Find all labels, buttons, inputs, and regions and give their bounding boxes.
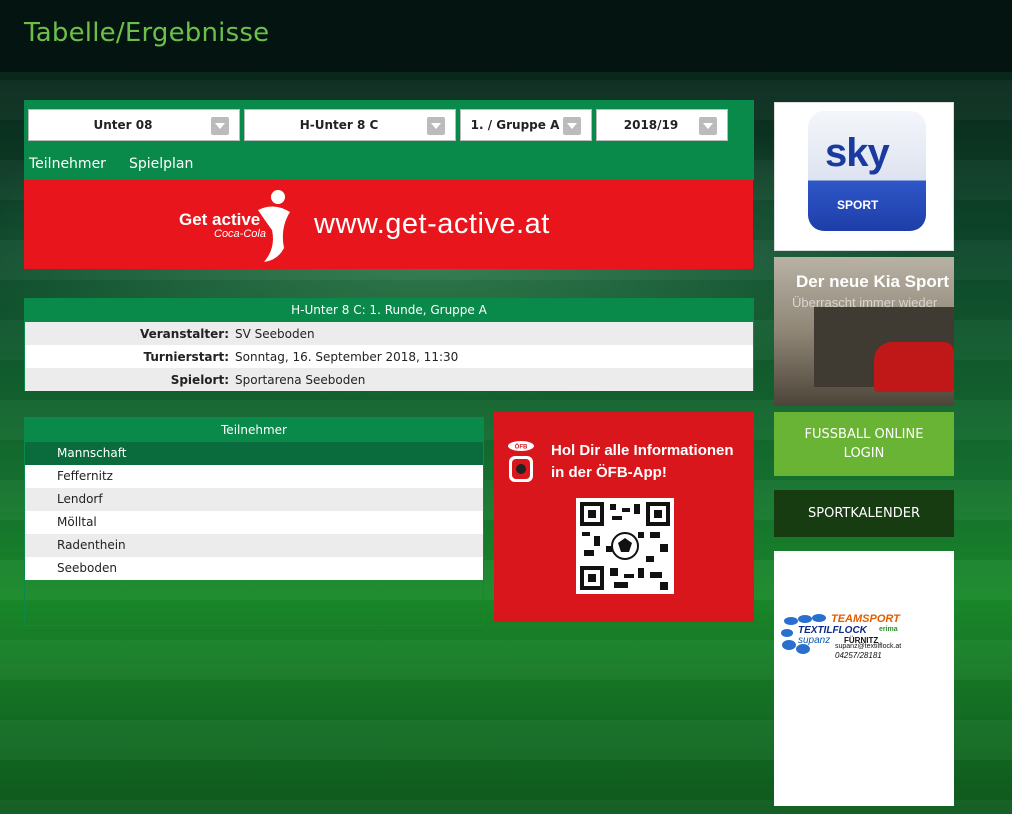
view-tabs: Teilnehmer Spielplan [29,156,193,172]
page-header: Tabelle/Ergebnisse [0,0,1012,72]
chevron-down-icon [699,117,717,135]
oefb-line1: Hol Dir alle Informationen [551,442,734,459]
get-active-brand: Get active [179,210,261,229]
age-group-select[interactable]: Unter 08 [28,109,240,141]
season-value: 2018/19 [623,118,679,132]
kia-subtitle: Überrascht immer wieder [792,295,938,310]
teamsport-email: supanz@textilflock.at [835,643,902,650]
table-row[interactable]: Mölltal [25,511,483,534]
info-label: Turnierstart: [143,349,229,364]
get-active-url: www.get-active.at [314,208,550,240]
info-value: Sonntag, 16. September 2018, 11:30 [235,349,459,364]
table-row[interactable]: Feffernitz [25,465,483,488]
teamsport-ad[interactable]: TEAMSPORT TEXTILFLOCK erima supanz FÜRNI… [774,551,954,806]
info-row-venue: Spielort: Sportarena Seeboden [25,368,753,391]
sportkalender-button[interactable]: SPORTKALENDER [774,490,954,537]
column-header-team: Mannschaft [25,442,483,465]
info-value: Sportarena Seeboden [235,372,366,387]
oefb-line2: in der ÖFB-App! [551,464,667,481]
sky-sport-ad[interactable]: sky SPORT [774,102,954,251]
info-row-organizer: Veranstalter: SV Seeboden [25,322,753,345]
info-row-start: Turnierstart: Sonntag, 16. September 201… [25,345,753,368]
qr-code-icon [576,498,674,594]
table-row[interactable]: Seeboden [25,557,483,580]
oefb-logo-text: ÖFB [515,444,528,451]
oefb-app-banner[interactable]: ÖFB Hol Dir alle Informationen in der ÖF… [494,412,754,622]
login-label-line2: LOGIN [843,446,885,461]
runner-figure-icon [258,190,290,262]
sky-logo: sky [825,131,890,175]
participants-heading: Teilnehmer [25,418,483,442]
get-active-logo: Get active Coca-Cola [179,210,266,240]
sky-sport-label: SPORT [837,198,879,212]
oefb-text: Hol Dir alle Informationen in der ÖFB-Ap… [551,440,734,484]
age-group-value: Unter 08 [93,118,153,132]
teamsport-phone: 04257/28181 [835,651,882,660]
chevron-down-icon [563,117,581,135]
chevron-down-icon [427,117,445,135]
participants-table: Teilnehmer Mannschaft Feffernitz Lendorf… [24,417,484,626]
filter-bar: Unter 08 H-Unter 8 C 1. / Gruppe A 2018/… [24,100,754,180]
league-value: H-Unter 8 C [299,118,379,132]
table-row[interactable]: Radenthein [25,534,483,557]
tournament-info: H-Unter 8 C: 1. Runde, Gruppe A Veransta… [24,298,754,391]
supanz-label: supanz [798,635,831,646]
league-select[interactable]: H-Unter 8 C [244,109,456,141]
kia-ad[interactable]: Der neue Kia Sport Überrascht immer wied… [774,257,954,406]
get-active-banner[interactable]: Get active Coca-Cola www.get-active.at [24,180,753,269]
tournament-heading: H-Unter 8 C: 1. Runde, Gruppe A [25,299,753,322]
info-value: SV Seeboden [235,326,315,341]
tab-teilnehmer[interactable]: Teilnehmer [29,156,106,172]
info-label: Spielort: [170,372,229,387]
info-label: Veranstalter: [139,326,229,341]
table-row[interactable]: Lendorf [25,488,483,511]
oefb-logo-icon: ÖFB [508,441,534,482]
teamsport-title: TEAMSPORT [831,613,900,625]
login-label-line1: FUSSBALL ONLINE [804,427,924,442]
season-select[interactable]: 2018/19 [596,109,728,141]
erima-logo: erima [879,626,898,633]
group-select[interactable]: 1. / Gruppe A [460,109,592,141]
chevron-down-icon [211,117,229,135]
fussball-online-login-button[interactable]: FUSSBALL ONLINE LOGIN [774,412,954,476]
kia-car-image [874,342,954,392]
page-title: Tabelle/Ergebnisse [24,18,270,48]
tab-spielplan[interactable]: Spielplan [129,156,193,172]
kia-title: Der neue Kia Sport [796,272,950,291]
